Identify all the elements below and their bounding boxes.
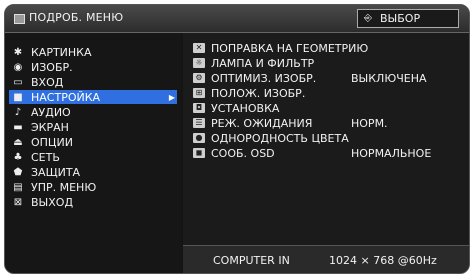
menu-item-menu-control[interactable]: ▤ УПР. МЕНЮ — [12, 180, 182, 194]
menu-item-input[interactable]: ▭ ВХОД — [12, 75, 182, 89]
menu-item-setup[interactable]: ■ НАСТРОЙКА ▶ — [9, 90, 177, 104]
submenu-item-lamp-filter[interactable]: ☼ ЛАМПА И ФИЛЬТР — [193, 56, 469, 70]
standby-icon: ☰ — [193, 118, 205, 128]
menu-icon — [14, 14, 25, 24]
color-uniformity-icon: ● — [193, 133, 205, 143]
submenu: ✕ ПОПРАВКА НА ГЕОМЕТРИЮ ☼ ЛАМПА И ФИЛЬТР… — [183, 33, 469, 245]
submenu-item-label: СООБ. OSD — [211, 146, 275, 160]
installation-icon: ◘ — [193, 103, 205, 113]
main-menu: ✱ КАРТИНКА ◉ ИЗОБР. ▭ ВХОД ■ НАСТРОЙКА ▶… — [5, 33, 181, 273]
lamp-icon: ☼ — [193, 58, 205, 68]
menu-item-exit[interactable]: ⊠ ВЫХОД — [12, 195, 182, 209]
menu-item-label: УПР. МЕНЮ — [31, 180, 97, 194]
menu-item-screen[interactable]: ▬ ЭКРАН — [12, 120, 182, 134]
optimizer-icon: ⚙ — [193, 73, 205, 83]
submenu-item-osd-message[interactable]: ◼ СООБ. OSD НОРМАЛЬНОЕ — [193, 146, 469, 160]
screen-icon: ▬ — [13, 121, 23, 133]
submenu-item-image-position[interactable]: ⊞ ПОЛОЖ. ИЗОБР. — [193, 86, 469, 100]
note-icon: ♪ — [14, 106, 22, 118]
submenu-item-value: НОРМАЛЬНОЕ — [351, 146, 432, 160]
submenu-item-label: ПОПРАВКА НА ГЕОМЕТРИЮ — [211, 41, 369, 55]
submenu-item-standby-mode[interactable]: ☰ РЕЖ. ОЖИДАНИЯ НОРМ. — [193, 116, 469, 130]
menu-item-label: СЕТЬ — [31, 150, 60, 164]
exit-icon: ⊠ — [13, 196, 23, 208]
menu-item-security[interactable]: ⬟ ЗАЩИТА — [12, 165, 182, 179]
submenu-item-label: ПОЛОЖ. ИЗОБР. — [211, 86, 306, 100]
signal-info: 1024 × 768 @60Hz — [329, 254, 437, 267]
image-icon: ◉ — [13, 61, 23, 73]
menu-item-label: ИЗОБР. — [31, 60, 73, 74]
menu-item-label: ВХОД — [31, 75, 64, 89]
projector-osd-menu: ПОДРОБ. МЕНЮ ⎆ ВЫБОР ✱ КАРТИНКА ◉ ИЗОБР.… — [4, 4, 470, 274]
menu-item-image[interactable]: ◉ ИЗОБР. — [12, 60, 182, 74]
input-source: COMPUTER IN — [213, 254, 290, 267]
submenu-item-label: ОДНОРОДНОСТЬ ЦВЕТА — [211, 131, 349, 145]
submenu-item-image-optimizer[interactable]: ⚙ ОПТИМИЗ. ИЗОБР. ВЫКЛЮЧЕНА — [193, 71, 469, 85]
submenu-item-label: ЛАМПА И ФИЛЬТР — [211, 56, 315, 70]
chevron-right-icon: ▶ — [168, 92, 175, 102]
shield-icon: ⬟ — [13, 166, 23, 178]
menu-header: ПОДРОБ. МЕНЮ ⎆ ВЫБОР — [5, 5, 469, 33]
menu-item-label: ЗАЩИТА — [31, 165, 81, 179]
submenu-item-value: НОРМ. — [351, 116, 388, 130]
options-icon: ⏏ — [13, 136, 23, 148]
sun-icon: ✱ — [13, 46, 23, 58]
menu-item-picture[interactable]: ✱ КАРТИНКА — [12, 45, 182, 59]
menu-item-label: КАРТИНКА — [31, 45, 92, 59]
select-hint: ⎆ ВЫБОР — [357, 9, 459, 28]
submenu-item-keystone[interactable]: ✕ ПОПРАВКА НА ГЕОМЕТРИЮ — [193, 41, 469, 55]
submenu-item-label: ОПТИМИЗ. ИЗОБР. — [211, 71, 317, 85]
menu-item-label: АУДИО — [31, 105, 71, 119]
input-icon: ▭ — [13, 76, 23, 88]
enter-select-icon: ⎆ — [364, 13, 372, 24]
menu-item-network[interactable]: ♣ СЕТЬ — [12, 150, 182, 164]
submenu-item-label: УСТАНОВКА — [211, 101, 280, 115]
submenu-item-installation[interactable]: ◘ УСТАНОВКА — [193, 101, 469, 115]
menu-item-label: ОПЦИИ — [31, 135, 73, 149]
menu-title: ПОДРОБ. МЕНЮ — [29, 11, 124, 24]
setup-icon: ■ — [13, 91, 23, 103]
position-icon: ⊞ — [193, 88, 205, 98]
menu-item-audio[interactable]: ♪ АУДИО — [12, 105, 182, 119]
menu-item-label: ВЫХОД — [31, 195, 74, 209]
osd-message-icon: ◼ — [193, 148, 205, 158]
submenu-item-value: ВЫКЛЮЧЕНА — [351, 71, 427, 85]
select-label: ВЫБОР — [380, 12, 421, 25]
keystone-icon: ✕ — [193, 43, 205, 53]
menu-item-label: ЭКРАН — [31, 120, 69, 134]
menu-item-options[interactable]: ⏏ ОПЦИИ — [12, 135, 182, 149]
submenu-item-color-uniformity[interactable]: ● ОДНОРОДНОСТЬ ЦВЕТА — [193, 131, 469, 145]
submenu-item-label: РЕЖ. ОЖИДАНИЯ — [211, 116, 313, 130]
network-icon: ♣ — [13, 151, 23, 163]
menu-control-icon: ▤ — [13, 181, 23, 193]
status-bar: COMPUTER IN 1024 × 768 @60Hz — [183, 245, 469, 273]
menu-item-label: НАСТРОЙКА — [31, 90, 101, 104]
